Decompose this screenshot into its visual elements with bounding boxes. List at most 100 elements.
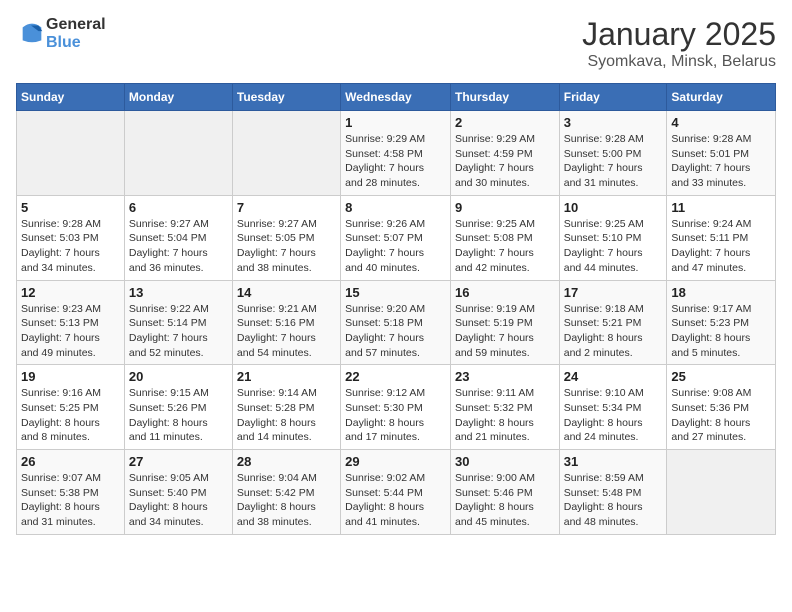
day-info: Sunrise: 9:11 AM Sunset: 5:32 PM Dayligh…	[455, 386, 555, 445]
calendar-cell: 23 Sunrise: 9:11 AM Sunset: 5:32 PM Dayli…	[450, 365, 559, 450]
day-number: 24	[564, 369, 663, 384]
location-subtitle: Syomkava, Minsk, Belarus	[582, 53, 776, 71]
day-number: 26	[21, 454, 120, 469]
day-info: Sunrise: 9:10 AM Sunset: 5:34 PM Dayligh…	[564, 386, 663, 445]
weekday-header-row: SundayMondayTuesdayWednesdayThursdayFrid…	[17, 84, 776, 111]
logo-general-text: General	[46, 16, 106, 34]
calendar-cell: 1 Sunrise: 9:29 AM Sunset: 4:58 PM Daylig…	[341, 111, 451, 196]
calendar-cell: 26 Sunrise: 9:07 AM Sunset: 5:38 PM Dayli…	[17, 450, 125, 535]
day-info: Sunrise: 9:19 AM Sunset: 5:19 PM Dayligh…	[455, 302, 555, 361]
day-number: 25	[671, 369, 771, 384]
day-info: Sunrise: 9:27 AM Sunset: 5:04 PM Dayligh…	[129, 217, 228, 276]
day-info: Sunrise: 9:27 AM Sunset: 5:05 PM Dayligh…	[237, 217, 336, 276]
day-number: 21	[237, 369, 336, 384]
calendar-week-4: 19 Sunrise: 9:16 AM Sunset: 5:25 PM Dayli…	[17, 365, 776, 450]
calendar-cell	[232, 111, 340, 196]
day-number: 31	[564, 454, 663, 469]
calendar-cell	[17, 111, 125, 196]
calendar-cell: 30Sunrise: 9:00 AM Sunset: 5:46 PM Dayli…	[450, 450, 559, 535]
calendar-cell: 31 Sunrise: 8:59 AM Sunset: 5:48 PM Dayli…	[559, 450, 667, 535]
day-number: 6	[129, 200, 228, 215]
weekday-header-wednesday: Wednesday	[341, 84, 451, 111]
day-number: 16	[455, 285, 555, 300]
day-info: Sunrise: 9:05 AM Sunset: 5:40 PM Dayligh…	[129, 471, 228, 530]
calendar-cell: 29 Sunrise: 9:02 AM Sunset: 5:44 PM Dayli…	[341, 450, 451, 535]
day-info: Sunrise: 9:18 AM Sunset: 5:21 PM Dayligh…	[564, 302, 663, 361]
calendar-cell: 15Sunrise: 9:20 AM Sunset: 5:18 PM Dayli…	[341, 280, 451, 365]
calendar-cell: 24 Sunrise: 9:10 AM Sunset: 5:34 PM Dayli…	[559, 365, 667, 450]
weekday-header-friday: Friday	[559, 84, 667, 111]
day-number: 12	[21, 285, 120, 300]
calendar-cell: 11Sunrise: 9:24 AM Sunset: 5:11 PM Dayli…	[667, 195, 776, 280]
month-year-title: January 2025	[582, 16, 776, 53]
calendar-cell: 16 Sunrise: 9:19 AM Sunset: 5:19 PM Dayli…	[450, 280, 559, 365]
logo-blue-text: Blue	[46, 34, 106, 52]
calendar-cell: 10 Sunrise: 9:25 AM Sunset: 5:10 PM Dayli…	[559, 195, 667, 280]
calendar-cell: 22 Sunrise: 9:12 AM Sunset: 5:30 PM Dayli…	[341, 365, 451, 450]
day-info: Sunrise: 9:16 AM Sunset: 5:25 PM Dayligh…	[21, 386, 120, 445]
calendar-cell: 13 Sunrise: 9:22 AM Sunset: 5:14 PM Dayli…	[124, 280, 232, 365]
day-info: Sunrise: 9:26 AM Sunset: 5:07 PM Dayligh…	[345, 217, 446, 276]
title-block: January 2025 Syomkava, Minsk, Belarus	[582, 16, 776, 71]
day-number: 7	[237, 200, 336, 215]
day-number: 29	[345, 454, 446, 469]
day-number: 23	[455, 369, 555, 384]
day-info: Sunrise: 9:25 AM Sunset: 5:10 PM Dayligh…	[564, 217, 663, 276]
day-info: Sunrise: 9:28 AM Sunset: 5:03 PM Dayligh…	[21, 217, 120, 276]
calendar-header: SundayMondayTuesdayWednesdayThursdayFrid…	[17, 84, 776, 111]
day-info: Sunrise: 9:02 AM Sunset: 5:44 PM Dayligh…	[345, 471, 446, 530]
logo-icon	[18, 18, 46, 46]
day-number: 20	[129, 369, 228, 384]
day-number: 27	[129, 454, 228, 469]
day-info: Sunrise: 9:00 AM Sunset: 5:46 PM Dayligh…	[455, 471, 555, 530]
calendar-cell: 18 Sunrise: 9:17 AM Sunset: 5:23 PM Dayli…	[667, 280, 776, 365]
day-number: 10	[564, 200, 663, 215]
day-info: Sunrise: 9:17 AM Sunset: 5:23 PM Dayligh…	[671, 302, 771, 361]
day-info: Sunrise: 9:29 AM Sunset: 4:58 PM Dayligh…	[345, 132, 446, 191]
day-number: 22	[345, 369, 446, 384]
day-info: Sunrise: 9:15 AM Sunset: 5:26 PM Dayligh…	[129, 386, 228, 445]
day-info: Sunrise: 9:22 AM Sunset: 5:14 PM Dayligh…	[129, 302, 228, 361]
day-number: 28	[237, 454, 336, 469]
day-info: Sunrise: 9:23 AM Sunset: 5:13 PM Dayligh…	[21, 302, 120, 361]
calendar-cell: 28Sunrise: 9:04 AM Sunset: 5:42 PM Dayli…	[232, 450, 340, 535]
day-info: Sunrise: 9:28 AM Sunset: 5:01 PM Dayligh…	[671, 132, 771, 191]
day-info: Sunrise: 9:14 AM Sunset: 5:28 PM Dayligh…	[237, 386, 336, 445]
day-number: 8	[345, 200, 446, 215]
day-number: 17	[564, 285, 663, 300]
day-number: 4	[671, 115, 771, 130]
calendar-cell: 5Sunrise: 9:28 AM Sunset: 5:03 PM Daylig…	[17, 195, 125, 280]
day-number: 11	[671, 200, 771, 215]
weekday-header-tuesday: Tuesday	[232, 84, 340, 111]
day-info: Sunrise: 9:12 AM Sunset: 5:30 PM Dayligh…	[345, 386, 446, 445]
calendar-week-5: 26 Sunrise: 9:07 AM Sunset: 5:38 PM Dayli…	[17, 450, 776, 535]
day-info: Sunrise: 9:07 AM Sunset: 5:38 PM Dayligh…	[21, 471, 120, 530]
calendar-cell: 21 Sunrise: 9:14 AM Sunset: 5:28 PM Dayli…	[232, 365, 340, 450]
day-info: Sunrise: 9:21 AM Sunset: 5:16 PM Dayligh…	[237, 302, 336, 361]
weekday-header-saturday: Saturday	[667, 84, 776, 111]
day-info: Sunrise: 9:28 AM Sunset: 5:00 PM Dayligh…	[564, 132, 663, 191]
calendar-cell: 4 Sunrise: 9:28 AM Sunset: 5:01 PM Daylig…	[667, 111, 776, 196]
calendar-week-3: 12 Sunrise: 9:23 AM Sunset: 5:13 PM Dayli…	[17, 280, 776, 365]
calendar-week-1: 1 Sunrise: 9:29 AM Sunset: 4:58 PM Daylig…	[17, 111, 776, 196]
calendar-cell: 25Sunrise: 9:08 AM Sunset: 5:36 PM Dayli…	[667, 365, 776, 450]
page-header: General Blue January 2025 Syomkava, Mins…	[16, 16, 776, 71]
weekday-header-monday: Monday	[124, 84, 232, 111]
calendar-cell: 17 Sunrise: 9:18 AM Sunset: 5:21 PM Dayli…	[559, 280, 667, 365]
day-number: 19	[21, 369, 120, 384]
calendar-cell: 14 Sunrise: 9:21 AM Sunset: 5:16 PM Dayli…	[232, 280, 340, 365]
day-number: 2	[455, 115, 555, 130]
calendar-cell: 3Sunrise: 9:28 AM Sunset: 5:00 PM Daylig…	[559, 111, 667, 196]
day-number: 14	[237, 285, 336, 300]
day-number: 18	[671, 285, 771, 300]
day-number: 13	[129, 285, 228, 300]
day-number: 9	[455, 200, 555, 215]
logo: General Blue	[16, 16, 106, 52]
day-info: Sunrise: 8:59 AM Sunset: 5:48 PM Dayligh…	[564, 471, 663, 530]
calendar-table: SundayMondayTuesdayWednesdayThursdayFrid…	[16, 83, 776, 535]
weekday-header-thursday: Thursday	[450, 84, 559, 111]
day-info: Sunrise: 9:25 AM Sunset: 5:08 PM Dayligh…	[455, 217, 555, 276]
calendar-cell: 9 Sunrise: 9:25 AM Sunset: 5:08 PM Daylig…	[450, 195, 559, 280]
day-number: 1	[345, 115, 446, 130]
calendar-cell	[667, 450, 776, 535]
